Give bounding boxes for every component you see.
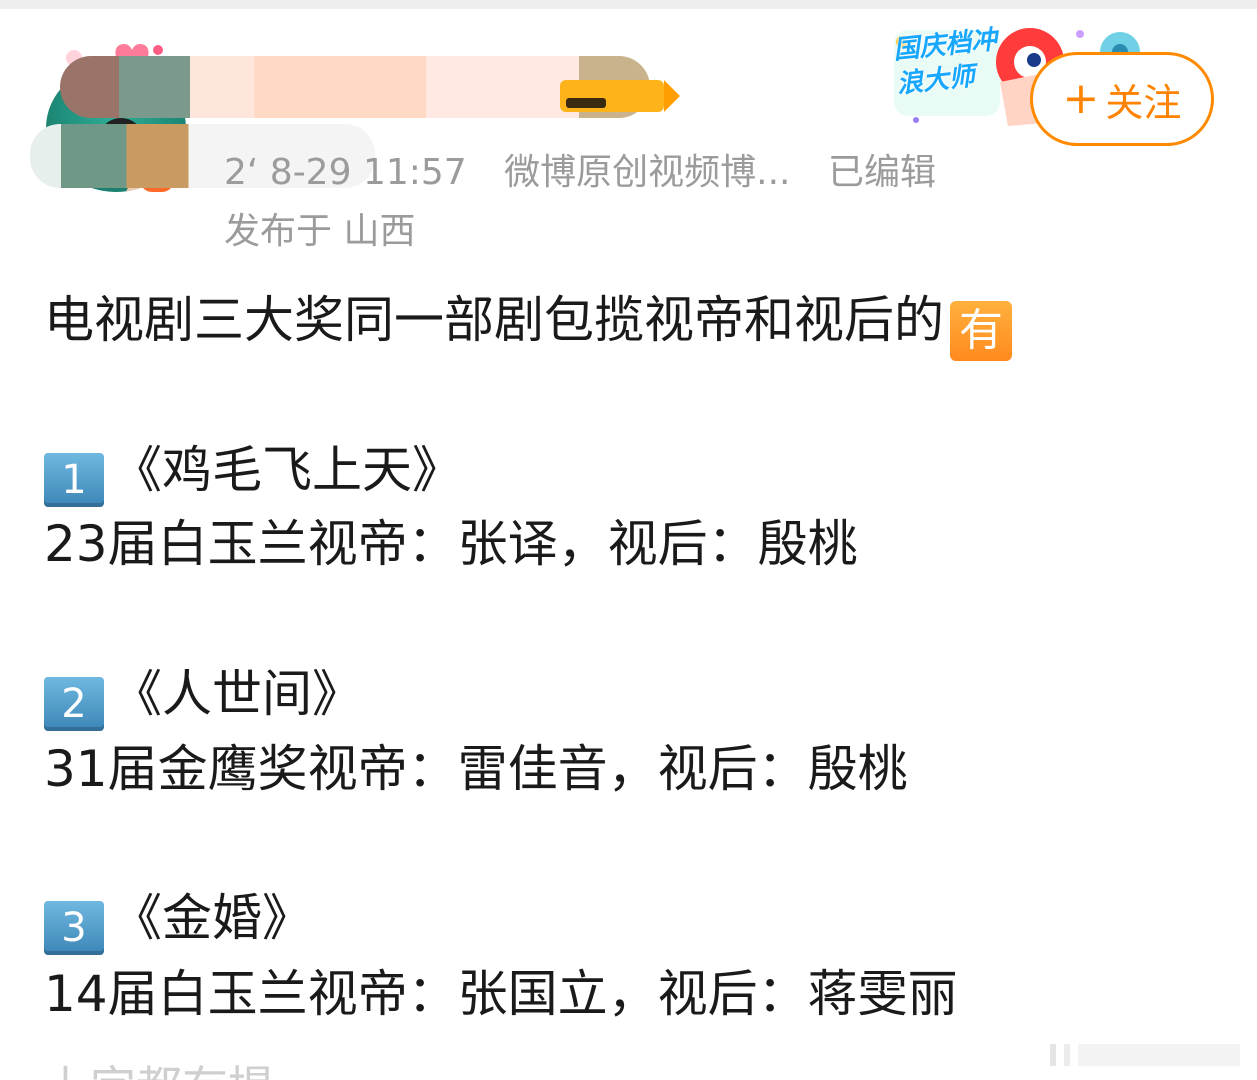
keycap-3-icon: 3 <box>44 901 104 955</box>
item-2-title-line: 2 《人世间》 <box>44 664 362 731</box>
scroll-fade-icon <box>1050 1044 1240 1066</box>
plus-icon: + <box>1062 73 1100 124</box>
item-2-title: 《人世间》 <box>112 665 362 723</box>
item-3-detail: 14届白玉兰视帝：张国立，视后：蒋雯丽 <box>44 965 958 1023</box>
item-1-detail: 23届白玉兰视帝：张译，视后：殷桃 <box>44 515 858 573</box>
post-source[interactable]: 微博原创视频博... <box>504 152 790 193</box>
item-1-title-line: 1 《鸡毛飞上天》 <box>44 440 462 507</box>
post-headline: 电视剧三大奖同一部剧包揽视帝和视后的有 <box>44 290 1012 361</box>
item-3-title: 《金婚》 <box>112 889 312 947</box>
weibo-post-screen: 2ʻ 8-29 11:57 微博原创视频博... 已编辑 发布于 山西 国庆档冲… <box>0 0 1257 1080</box>
post-timestamp: 2ʻ 8-29 11:57 <box>224 152 467 193</box>
vip-level-icon <box>560 80 680 112</box>
follow-button[interactable]: + 关注 <box>1030 52 1214 146</box>
headline-text: 电视剧三大奖同一部剧包揽视帝和视后的 <box>44 291 944 349</box>
you-emoji-icon: 有 <box>950 301 1012 361</box>
post-meta: 2ʻ 8-29 11:57 微博原创视频博... 已编辑 <box>224 143 962 195</box>
follow-button-label: 关注 <box>1105 80 1182 125</box>
event-badge-text[interactable]: 国庆档冲浪大师 <box>892 22 1009 101</box>
item-3-title-line: 3 《金婚》 <box>44 888 312 955</box>
keycap-1-icon: 1 <box>44 453 104 507</box>
post-location: 发布于 山西 <box>224 211 416 252</box>
item-1-title: 《鸡毛飞上天》 <box>112 441 462 499</box>
keycap-2-icon: 2 <box>44 677 104 731</box>
truncated-text-line: 上字都有提 <box>44 1052 274 1080</box>
post-edited-label[interactable]: 已编辑 <box>828 152 936 193</box>
item-2-detail: 31届金鹰奖视帝：雷佳音，视后：殷桃 <box>44 740 908 798</box>
top-divider <box>0 0 1257 9</box>
